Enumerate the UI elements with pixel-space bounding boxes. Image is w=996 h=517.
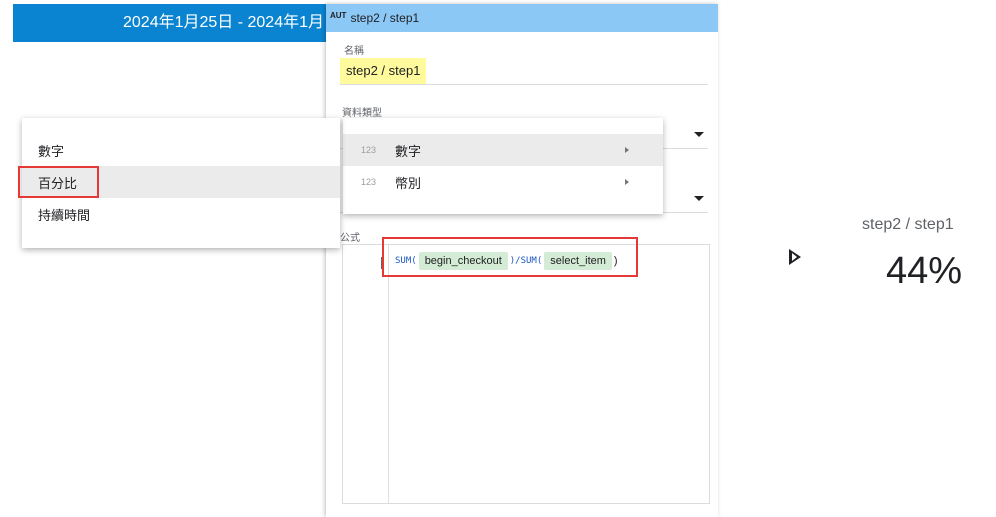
type-menu-item-currency[interactable]: 123 幣別	[343, 166, 663, 198]
submenu-item-duration[interactable]: 持續時間	[22, 198, 340, 230]
name-underline	[340, 84, 708, 85]
aggregation-dropdown-caret-icon[interactable]	[694, 196, 704, 201]
type-dropdown-caret-icon[interactable]	[694, 132, 704, 137]
scorecard-title: step2 / step1	[862, 216, 954, 233]
number-type-icon: 123	[361, 145, 377, 155]
submenu-arrow-icon	[625, 147, 629, 153]
aut-badge: AUT	[330, 10, 347, 20]
play-icon[interactable]	[789, 249, 801, 265]
date-range-banner[interactable]: 2024年1月25日 - 2024年1月	[13, 4, 338, 42]
type-menu-item-number[interactable]: 123 數字	[343, 134, 663, 166]
formula-label: 公式	[340, 233, 360, 244]
report-canvas: 2024年1月25日 - 2024年1月 AUT step2 / step1 名…	[0, 0, 996, 517]
type-menu-item-label: 數字	[395, 143, 422, 159]
editor-title: step2 / step1	[350, 11, 420, 25]
number-type-icon: 123	[361, 177, 377, 187]
editor-header: AUT step2 / step1	[326, 4, 718, 32]
type-menu-item-label: 幣別	[395, 175, 422, 191]
type-label: 資料類型	[342, 108, 382, 119]
line-gutter	[343, 245, 389, 503]
submenu-arrow-icon	[625, 179, 629, 185]
formula-highlight-outline	[382, 237, 638, 277]
formula-editor[interactable]: SUM( begin_checkout )/SUM( select_item )	[342, 244, 710, 504]
name-label: 名稱	[344, 46, 364, 57]
data-type-menu: 123 數字 123 幣別	[343, 118, 663, 214]
percent-highlight-outline	[18, 166, 99, 198]
scorecard-value: 44%	[886, 250, 963, 292]
name-field[interactable]: step2 / step1	[340, 58, 427, 84]
submenu-item-number[interactable]: 數字	[22, 134, 340, 166]
date-range-text: 2024年1月25日 - 2024年1月	[123, 14, 325, 31]
